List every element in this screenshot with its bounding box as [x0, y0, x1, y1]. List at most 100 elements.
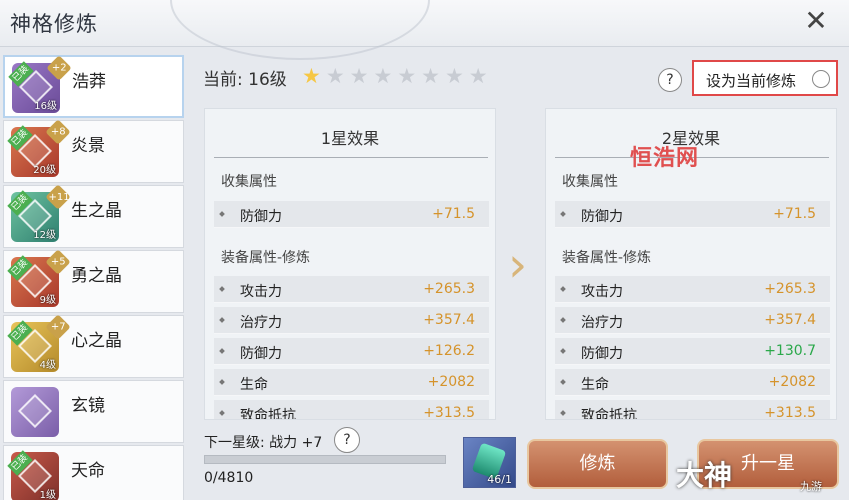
- item-name: 天命: [71, 461, 105, 481]
- plus-badge: +7: [45, 314, 71, 340]
- emblem-icon: [18, 394, 52, 428]
- godhood-badge-icon: 已装 +2 16级: [8, 55, 72, 113]
- plus-value: +8: [50, 126, 66, 137]
- item-name: 心之晶: [71, 331, 122, 351]
- stat-row: 防御力 +126.2: [214, 338, 489, 365]
- bullet-icon: [560, 211, 566, 217]
- item-level: 1级: [39, 490, 56, 500]
- stat-row: 防御力 +130.7: [555, 338, 830, 365]
- bullet-icon: [219, 286, 225, 292]
- item-level: 20级: [33, 165, 56, 176]
- collect-section-label: 收集属性: [221, 174, 277, 190]
- sidebar-item[interactable]: 已装 +5 9级 勇之晶: [3, 249, 184, 313]
- star-icon: ★: [373, 64, 393, 88]
- stat-row: 治疗力 +357.4: [214, 307, 489, 334]
- help-icon[interactable]: ?: [658, 68, 682, 92]
- godhood-badge-icon: 已装 +5 9级: [7, 249, 71, 307]
- item-level: 16级: [34, 101, 57, 112]
- sidebar-item[interactable]: 已装 1级 天命: [3, 445, 184, 500]
- corner-watermark-small: 九游: [800, 480, 822, 493]
- bullet-icon: [560, 317, 566, 323]
- item-level: 4级: [39, 360, 56, 371]
- window-title: 神格修炼: [10, 12, 98, 36]
- stat-value: +313.5: [423, 405, 475, 420]
- bullet-icon: [560, 286, 566, 292]
- stat-value: +357.4: [423, 312, 475, 328]
- item-name: 炎景: [71, 136, 105, 156]
- stat-name: 致命抵抗: [581, 408, 637, 420]
- stat-value: +265.3: [423, 281, 475, 297]
- bullet-icon: [560, 379, 566, 385]
- bullet-icon: [219, 410, 225, 416]
- stat-row: 致命抵抗 +313.5: [555, 400, 830, 420]
- item-name: 浩莽: [72, 72, 106, 92]
- star-icon: ★: [444, 64, 464, 88]
- stat-row: 防御力 +71.5: [555, 201, 830, 228]
- sidebar-item[interactable]: 已装 +11 12级 生之晶: [3, 184, 184, 248]
- stat-value: +126.2: [423, 343, 475, 359]
- panel-title: 1星效果: [320, 129, 380, 148]
- bullet-icon: [219, 317, 225, 323]
- godhood-badge-icon: 已装 +7 4级: [7, 314, 71, 372]
- close-icon[interactable]: ✕: [801, 6, 831, 36]
- material-item[interactable]: 46/1: [463, 437, 516, 488]
- godhood-badge-icon: 已装 +8 20级: [7, 119, 71, 177]
- sidebar-item[interactable]: 已装 +7 4级 心之晶: [3, 314, 184, 378]
- equip-section-label: 装备属性-修炼: [562, 250, 652, 266]
- left-effect-panel: 1星效果 收集属性 装备属性-修炼 防御力 +71.5 攻击力 +265.3 治疗力 +3…: [204, 108, 496, 420]
- stat-name: 致命抵抗: [240, 408, 296, 420]
- stat-name: 攻击力: [240, 284, 282, 300]
- item-level: 9级: [39, 295, 56, 306]
- stat-value: +71.5: [432, 206, 475, 222]
- bullet-icon: [219, 348, 225, 354]
- star-icon: ★: [302, 64, 321, 88]
- plus-badge: +2: [46, 55, 72, 81]
- item-name: 玄镜: [71, 396, 105, 416]
- plus-badge: +8: [45, 119, 71, 145]
- sidebar-item[interactable]: 玄镜: [3, 380, 184, 443]
- sidebar-item[interactable]: 已装 +8 20级 炎景: [3, 119, 184, 183]
- stat-row: 致命抵抗 +313.5: [214, 400, 489, 420]
- chevron-right-icon: ›: [508, 237, 528, 293]
- plus-value: +11: [48, 192, 70, 204]
- godhood-badge-icon: 已装 +11 12级: [7, 184, 71, 242]
- item-name: 生之晶: [71, 201, 122, 221]
- title-decoration: [170, 0, 430, 60]
- radio-button[interactable]: [812, 70, 830, 88]
- bullet-icon: [219, 211, 225, 217]
- stat-value: +71.5: [773, 206, 816, 222]
- set-current-toggle[interactable]: 设为当前修炼: [692, 60, 838, 96]
- help-icon[interactable]: ?: [334, 427, 360, 453]
- stat-row: 攻击力 +265.3: [214, 276, 489, 303]
- bullet-icon: [219, 379, 225, 385]
- godhood-badge-icon: 已装 1级: [7, 450, 59, 500]
- title-bar: 神格修炼 ✕: [0, 0, 849, 60]
- sidebar-item[interactable]: 已装 +2 16级 浩莽: [3, 55, 184, 118]
- sidebar: 已装 +2 16级 浩莽 已装 +8 20级 炎景 已装 +11 12级 生之晶 已装 +5 9级 勇之晶 已装…: [0, 53, 186, 500]
- next-star-label: 下一星级: 战力 +7: [204, 435, 323, 451]
- stat-name: 防御力: [240, 346, 282, 362]
- stat-value: +265.3: [764, 281, 816, 297]
- stat-value: +2082: [427, 374, 475, 390]
- stat-name: 攻击力: [581, 284, 623, 300]
- stat-value: +2082: [768, 374, 816, 390]
- plus-value: +5: [50, 256, 66, 267]
- set-current-label: 设为当前修炼: [706, 72, 797, 90]
- stat-row: 治疗力 +357.4: [555, 307, 830, 334]
- star-icon: ★: [421, 64, 440, 88]
- item-name: 勇之晶: [71, 266, 122, 286]
- stat-name: 治疗力: [240, 315, 282, 331]
- current-level: 当前: 16级: [203, 70, 287, 90]
- plus-value: +2: [51, 62, 67, 73]
- star-rating: ★ ★ ★ ★ ★ ★ ★ ★: [302, 64, 488, 88]
- material-count: 46/1: [487, 473, 512, 486]
- collect-section-label: 收集属性: [562, 174, 618, 190]
- corner-watermark: 大神: [676, 459, 733, 492]
- train-button[interactable]: 修炼: [527, 439, 668, 489]
- progress-text: 0/4810: [204, 470, 254, 486]
- item-level: 12级: [33, 230, 56, 241]
- stat-name: 治疗力: [581, 315, 623, 331]
- stat-name: 生命: [581, 377, 609, 393]
- stat-name: 防御力: [581, 346, 623, 362]
- progress-bar: [204, 455, 446, 464]
